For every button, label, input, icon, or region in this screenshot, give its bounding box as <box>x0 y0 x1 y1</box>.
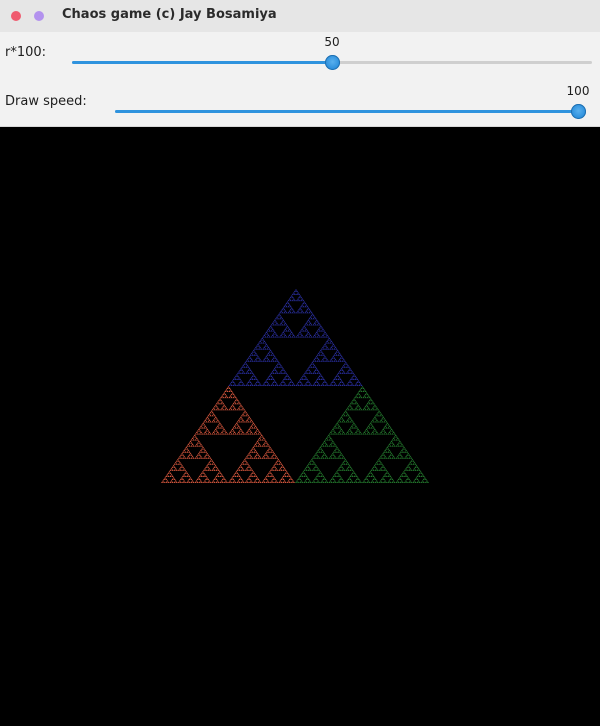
title-bar[interactable]: Chaos game (c) Jay Bosamiya <box>0 0 600 32</box>
ratio-slider[interactable] <box>72 55 592 70</box>
speed-slider[interactable] <box>115 104 586 119</box>
drawing-canvas[interactable] <box>0 127 600 726</box>
speed-slider-label: Draw speed: <box>5 94 87 109</box>
sierpinski-triangle <box>161 289 429 483</box>
speed-slider-value: 100 <box>566 84 590 98</box>
ratio-slider-label: r*100: <box>5 45 47 60</box>
right-sub-triangle <box>295 386 429 483</box>
control-panel: r*100: 50 Draw speed: 100 <box>0 32 600 127</box>
window-title: Chaos game (c) Jay Bosamiya <box>62 7 277 22</box>
close-window-icon[interactable] <box>11 11 21 21</box>
minimize-window-icon[interactable] <box>34 11 44 21</box>
speed-slider-fill <box>115 110 578 113</box>
ratio-slider-fill <box>72 61 332 64</box>
left-sub-triangle <box>161 386 295 483</box>
app-window: Chaos game (c) Jay Bosamiya r*100: 50 Dr… <box>0 0 600 726</box>
speed-slider-handle[interactable] <box>571 104 586 119</box>
top-sub-triangle <box>228 289 363 386</box>
ratio-slider-value: 50 <box>324 35 340 49</box>
ratio-slider-handle[interactable] <box>325 55 340 70</box>
